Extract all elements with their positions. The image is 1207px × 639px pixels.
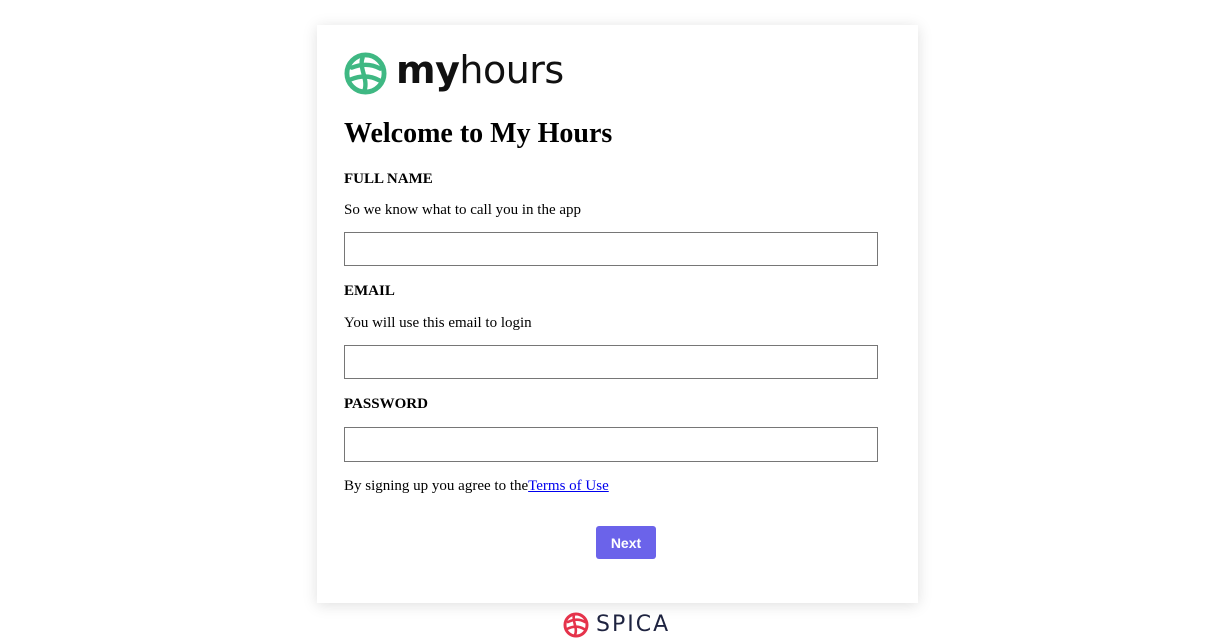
logo-text-my: my xyxy=(396,48,460,92)
password-label: PASSWORD xyxy=(344,396,428,412)
full-name-input[interactable] xyxy=(344,232,878,266)
full-name-help: So we know what to call you in the app xyxy=(344,202,582,218)
signup-card: myhours Welcome to My Hours FULL NAME So… xyxy=(317,25,918,603)
spica-wordmark: SPICA xyxy=(596,612,671,637)
email-label: EMAIL xyxy=(344,283,395,299)
password-input[interactable] xyxy=(344,427,878,462)
full-name-label: FULL NAME xyxy=(344,171,433,187)
next-button[interactable]: Next xyxy=(596,526,656,559)
spica-logo-icon xyxy=(563,612,589,638)
logo-text-hours: hours xyxy=(459,48,564,92)
myhours-logo-icon xyxy=(344,51,387,95)
myhours-logo: myhours xyxy=(344,51,564,95)
email-input[interactable] xyxy=(344,345,878,379)
terms-of-use-link[interactable]: Terms of Use xyxy=(528,478,609,494)
terms-notice: By signing up you agree to theTerms of U… xyxy=(344,477,609,495)
myhours-wordmark: myhours xyxy=(396,51,564,89)
email-help: You will use this email to login xyxy=(344,315,532,331)
page-title: Welcome to My Hours xyxy=(344,118,613,149)
spica-footer-logo: SPICA xyxy=(563,612,670,638)
terms-text: By signing up you agree to the xyxy=(344,478,529,494)
